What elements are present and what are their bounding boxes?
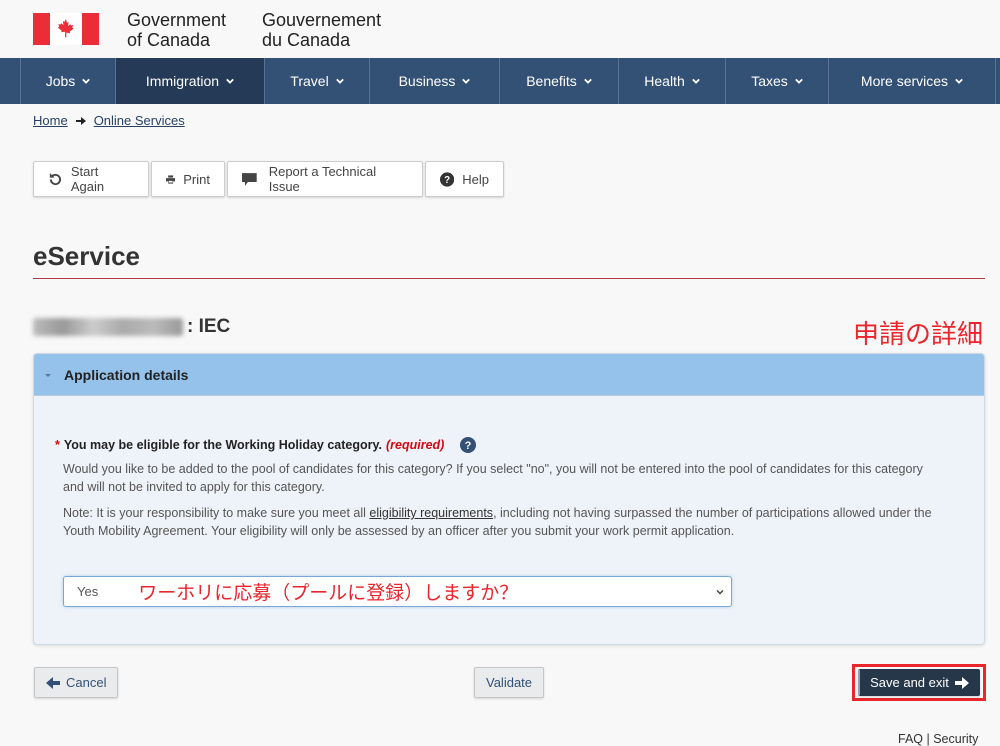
- chevron-down-icon: [794, 78, 803, 84]
- annotation-select: ワーホリに応募（プールに登録）しますか？: [138, 583, 519, 604]
- main-menu: Jobs Immigration Travel Business Benefit…: [0, 58, 1000, 104]
- svg-text:?: ?: [444, 175, 450, 186]
- nav-item-benefits[interactable]: Benefits: [499, 58, 618, 104]
- print-button[interactable]: Print: [151, 161, 225, 197]
- chevron-down-icon: [82, 78, 91, 84]
- signature-english[interactable]: Government of Canada: [127, 10, 226, 50]
- nav-item-more-services[interactable]: More services: [828, 58, 996, 104]
- title-divider: [33, 278, 985, 279]
- page-title: eService: [33, 241, 140, 271]
- chevron-down-icon: [335, 78, 344, 84]
- application-name: : IEC: [33, 316, 230, 338]
- validate-button[interactable]: Validate: [474, 667, 545, 698]
- breadcrumb-online-services[interactable]: Online Services: [94, 113, 185, 128]
- chevron-down-icon: [716, 589, 724, 595]
- chevron-down-icon: [691, 78, 700, 84]
- chevron-down-icon: [462, 78, 471, 84]
- help-icon[interactable]: ?: [460, 437, 477, 453]
- nav-item-travel[interactable]: Travel: [264, 58, 369, 104]
- nav-item-health[interactable]: Health: [618, 58, 725, 104]
- breadcrumb-home[interactable]: Home: [33, 113, 68, 128]
- comment-icon: [242, 172, 257, 186]
- nav-item-immigration[interactable]: Immigration: [115, 58, 264, 104]
- question-circle-icon: ?: [440, 171, 455, 187]
- working-holiday-question: * You may be eligible for the Working Ho…: [55, 437, 477, 453]
- svg-text:?: ?: [465, 440, 472, 452]
- redacted-name: [33, 318, 183, 336]
- arrow-right-icon: [954, 676, 969, 689]
- save-and-exit-button[interactable]: Save and exit: [858, 669, 980, 696]
- signature-french[interactable]: Gouvernement du Canada: [262, 10, 381, 50]
- application-details-panel: Application details * You may be eligibl…: [33, 353, 985, 645]
- working-holiday-select[interactable]: Yes ワーホリに応募（プールに登録）しますか？: [63, 576, 732, 607]
- nav-item-jobs[interactable]: Jobs: [20, 58, 115, 104]
- canada-flag-icon: [33, 13, 99, 45]
- chevron-down-icon: [226, 78, 234, 84]
- action-toolbar: Start Again Print Report a Technical Iss…: [33, 161, 504, 197]
- question-description: Would you like to be added to the pool o…: [63, 462, 923, 494]
- panel-header[interactable]: Application details: [34, 354, 984, 396]
- chevron-down-icon: [955, 78, 963, 84]
- arrow-right-icon: [75, 116, 86, 125]
- eligibility-requirements-link[interactable]: eligibility requirements: [369, 506, 493, 520]
- refresh-icon: [49, 172, 61, 185]
- footer-links[interactable]: FAQ | Security: [898, 732, 978, 746]
- report-issue-button[interactable]: Report a Technical Issue: [227, 161, 423, 197]
- print-icon: [166, 174, 176, 184]
- nav-item-business[interactable]: Business: [369, 58, 499, 104]
- caret-down-icon: [45, 373, 51, 377]
- start-again-button[interactable]: Start Again: [33, 161, 149, 197]
- highlight-frame: Save and exit: [852, 664, 986, 701]
- eligibility-note: Note: It is your responsibility to make …: [63, 506, 932, 538]
- cancel-button[interactable]: Cancel: [34, 667, 119, 698]
- breadcrumb: Home Online Services: [33, 113, 185, 128]
- chevron-down-icon: [583, 78, 592, 84]
- annotation-application-details: 申請の詳細: [852, 319, 983, 349]
- arrow-left-icon: [46, 676, 60, 689]
- help-button[interactable]: ? Help: [425, 161, 504, 197]
- site-header: Government of Canada Gouvernement du Can…: [0, 0, 1000, 58]
- nav-item-taxes[interactable]: Taxes: [725, 58, 828, 104]
